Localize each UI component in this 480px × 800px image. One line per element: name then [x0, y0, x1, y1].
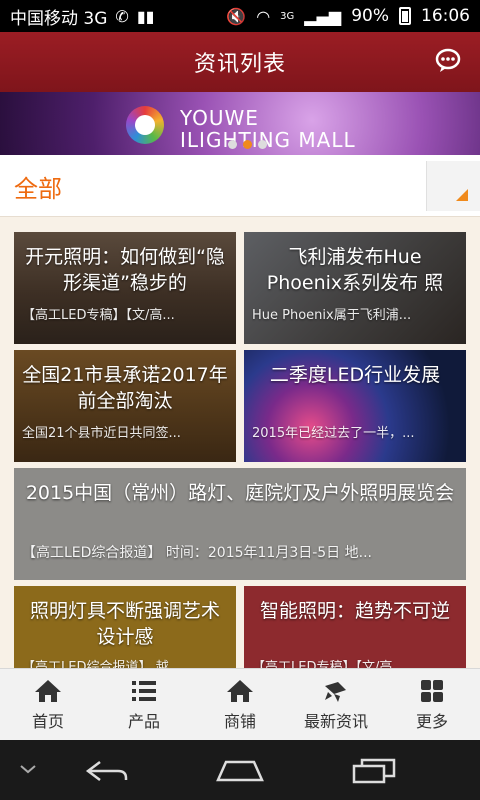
- news-summary: Hue Phoenix属于飞利浦...: [252, 308, 412, 323]
- news-summary: 全国21个县市近日共同签...: [22, 426, 181, 441]
- news-card[interactable]: 二季度LED行业发展 2015年已经过去了一半，...: [244, 350, 466, 462]
- carrier-text: 中国移动 3G: [10, 8, 108, 29]
- news-summary: 【高工LED综合报道】 越...: [22, 660, 181, 668]
- news-summary: 【高工LED综合报道】 时间：2015年11月3日-5日 地...: [22, 545, 372, 561]
- news-title: 全国21市县承诺2017年前全部淘汰: [22, 364, 228, 412]
- status-bar: 中国移动 3G ✆ ▮▮ 🔇 ◠ 3G ▂▄▆ 90% 16:06: [0, 0, 480, 32]
- tab-stores[interactable]: 商铺: [192, 669, 288, 740]
- page-title: 资讯列表: [193, 52, 286, 77]
- tab-products[interactable]: 产品: [96, 669, 192, 740]
- news-card[interactable]: 照明灯具不断强调艺术设计感 【高工LED综合报道】 越...: [14, 586, 236, 668]
- grid-icon: [421, 679, 443, 702]
- home-nav-icon[interactable]: [214, 756, 266, 786]
- brand-line-2: ILIGHTING MALL: [180, 128, 356, 152]
- news-grid: 开元照明：如何做到“隐形渠道”稳步的 【高工LED专稿】【文/高... 飞利浦发…: [14, 228, 466, 668]
- system-nav-bar: [0, 740, 480, 800]
- dropdown-triangle-icon: [456, 189, 468, 201]
- back-icon[interactable]: [82, 756, 132, 786]
- tab-label: 产品: [127, 711, 160, 731]
- news-card[interactable]: 智能照明：趋势不可逆 【高工LED专稿】【文/高...: [244, 586, 466, 668]
- tab-label: 最新资讯: [303, 711, 368, 731]
- news-summary: 2015年已经过去了一半，...: [252, 426, 415, 441]
- recent-apps-icon[interactable]: [350, 756, 398, 786]
- news-title: 飞利浦发布Hue Phoenix系列发布 照: [266, 246, 444, 294]
- phone-icon: ✆: [115, 6, 129, 26]
- tab-label: 首页: [31, 711, 64, 731]
- news-title: 二季度LED行业发展: [269, 364, 441, 386]
- news-card-wide[interactable]: 2015中国（常州）路灯、庭院灯及户外照明展览会 【高工LED综合报道】 时间：…: [14, 468, 466, 580]
- category-label[interactable]: 全部: [14, 169, 62, 204]
- carousel-dot[interactable]: [258, 140, 267, 149]
- app-header: 资讯列表: [0, 32, 480, 92]
- network-type: 3G: [280, 10, 295, 22]
- category-dropdown-button[interactable]: [426, 161, 480, 211]
- tab-latest-news[interactable]: 最新资讯: [288, 669, 384, 740]
- barcode-icon: ▮▮: [136, 6, 155, 26]
- news-title: 2015中国（常州）路灯、庭院灯及户外照明展览会: [25, 482, 455, 504]
- list-icon: [132, 680, 156, 701]
- wifi-icon: ◠: [256, 6, 271, 26]
- category-bar: 全部: [0, 155, 480, 217]
- signal-icon: ▂▄▆: [304, 6, 342, 26]
- news-card[interactable]: 飞利浦发布Hue Phoenix系列发布 照 Hue Phoenix属于飞利浦.…: [244, 232, 466, 344]
- tab-label: 更多: [415, 711, 448, 731]
- brand-logo-icon: [126, 106, 164, 144]
- chevron-down-icon[interactable]: [18, 762, 38, 776]
- tab-label: 商铺: [223, 711, 256, 731]
- news-summary: 【高工LED专稿】【文/高...: [22, 308, 175, 323]
- carousel-indicator: [228, 140, 267, 149]
- news-summary: 【高工LED专稿】【文/高...: [252, 660, 405, 668]
- brand-line-1: YOUWE: [180, 106, 259, 130]
- news-icon: [325, 681, 346, 702]
- news-title: 照明灯具不断强调艺术设计感: [29, 600, 220, 648]
- news-card[interactable]: 开元照明：如何做到“隐形渠道”稳步的 【高工LED专稿】【文/高...: [14, 232, 236, 344]
- mute-icon: 🔇: [226, 6, 247, 26]
- news-title: 智能照明：趋势不可逆: [259, 600, 450, 622]
- clock: 16:06: [421, 6, 470, 26]
- news-title: 开元照明：如何做到“隐形渠道”稳步的: [25, 246, 225, 294]
- carousel-dot[interactable]: [228, 140, 237, 149]
- battery-percent: 90%: [351, 6, 389, 26]
- chat-bubble-icon[interactable]: [434, 48, 462, 74]
- home-icon: [35, 679, 61, 702]
- carousel-dot-active[interactable]: [243, 140, 252, 149]
- news-card[interactable]: 全国21市县承诺2017年前全部淘汰 全国21个县市近日共同签...: [14, 350, 236, 462]
- bottom-tab-bar: 首页 产品 商铺 最新资讯 更多: [0, 668, 480, 740]
- tab-home[interactable]: 首页: [0, 669, 96, 740]
- battery-icon: [399, 7, 411, 25]
- store-icon: [227, 679, 253, 702]
- tab-more[interactable]: 更多: [384, 669, 480, 740]
